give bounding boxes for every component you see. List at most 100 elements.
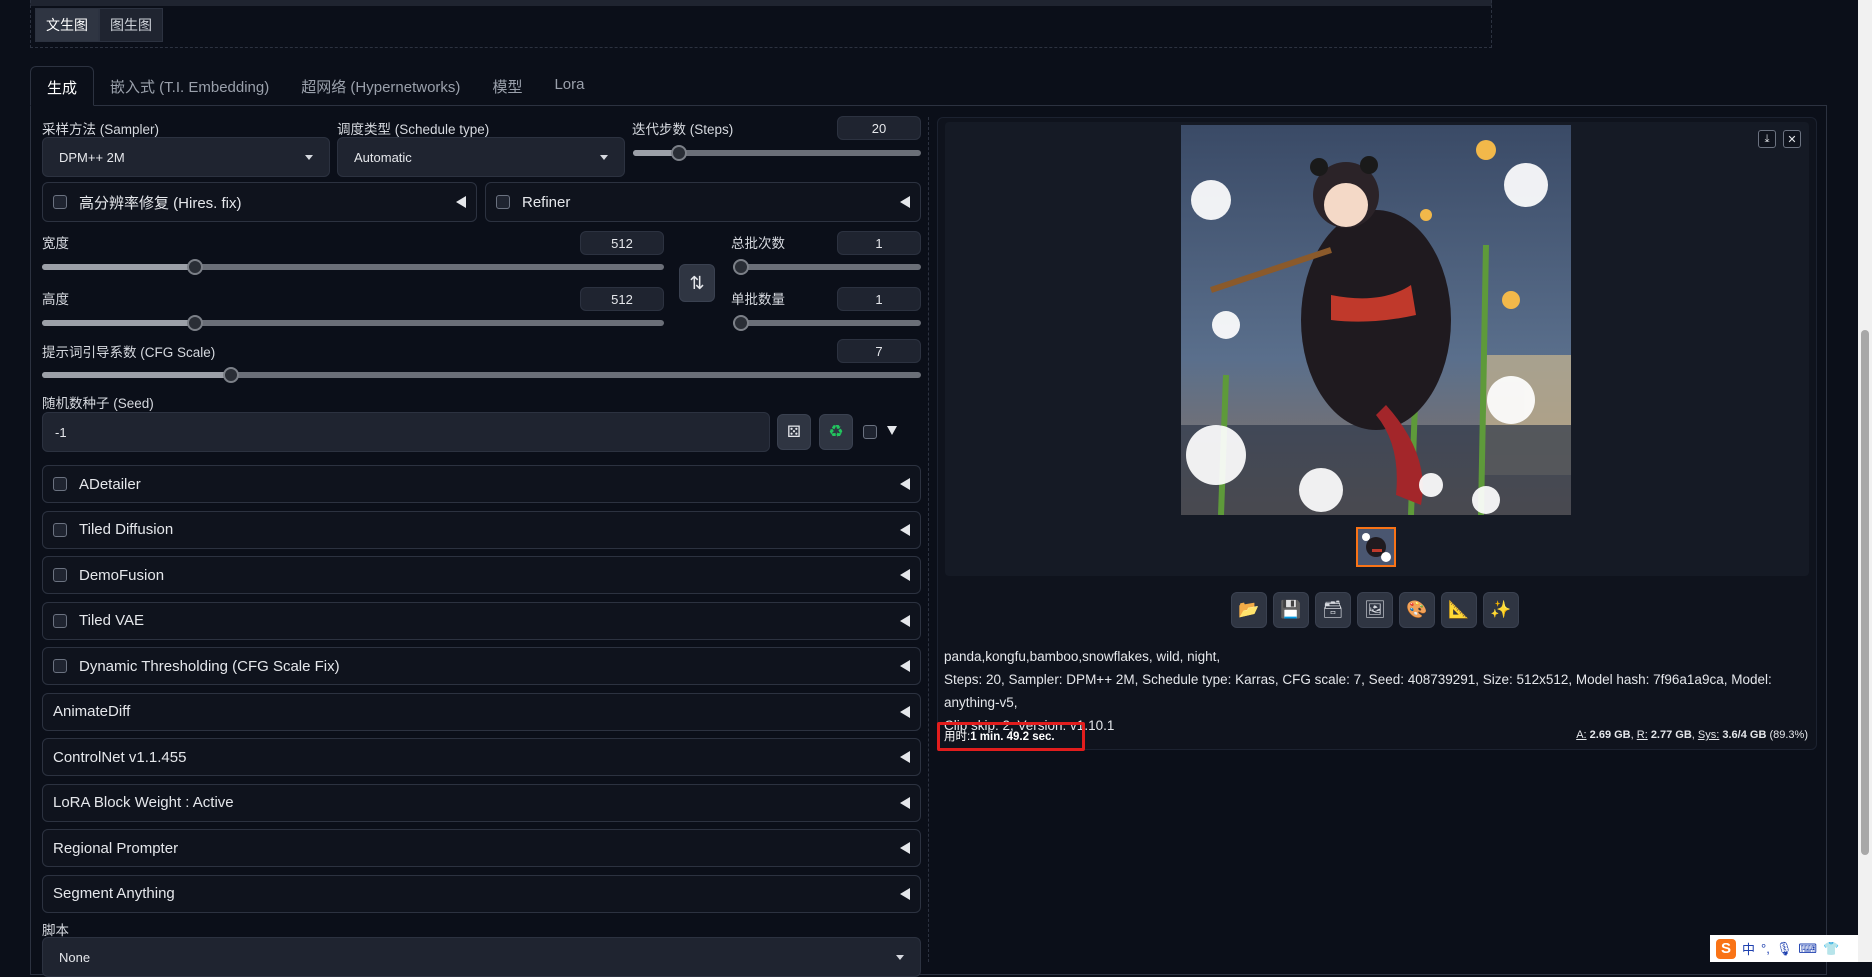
seed-input[interactable]: -1 <box>42 412 770 452</box>
accordion-lora-block-weight-active[interactable]: LoRA Block Weight : Active <box>42 783 921 822</box>
reuse-seed-button[interactable]: ♻ <box>819 414 853 450</box>
accordion-animatediff[interactable]: AnimateDiff <box>42 692 921 731</box>
refiner-checkbox[interactable] <box>496 195 510 209</box>
open-folder-button[interactable]: 📂 <box>1231 592 1267 628</box>
ime-punctuation[interactable]: °, <box>1761 941 1770 956</box>
schedule-dropdown[interactable]: Automatic <box>337 137 625 177</box>
tab-embedding[interactable]: 嵌入式 (T.I. Embedding) <box>94 66 285 106</box>
tab-hypernetworks[interactable]: 超网络 (Hypernetworks) <box>285 66 476 106</box>
vram-sys: 3.6/4 GB <box>1722 729 1767 741</box>
tab-lora[interactable]: Lora <box>538 66 600 106</box>
slider-fill <box>42 320 196 326</box>
mode-tab-txt2img[interactable]: 文生图 <box>35 8 99 42</box>
slider-fill <box>42 264 196 270</box>
slider-thumb[interactable] <box>733 315 749 331</box>
picture-icon: 🖼 <box>1364 600 1386 619</box>
accordion-demofusion[interactable]: DemoFusion <box>42 556 921 594</box>
accordion-adetailer[interactable]: ADetailer <box>42 465 921 503</box>
extra-seed-triangle-icon[interactable] <box>887 426 897 435</box>
upscale-button[interactable]: ✨ <box>1483 592 1519 628</box>
ime-toolbar[interactable]: S 中 °, 🎙 ⌨ 👕 <box>1710 935 1858 962</box>
accordion-controlnet-v1-1-455[interactable]: ControlNet v1.1.455 <box>42 738 921 776</box>
hires-fix-accordion[interactable]: 高分辨率修复 (Hires. fix) <box>42 182 477 222</box>
cfg-input[interactable]: 7 <box>837 339 921 363</box>
cfg-label: 提示词引导系数 (CFG Scale) <box>42 345 216 360</box>
image-thumbnail[interactable] <box>1356 527 1396 567</box>
height-label: 高度 <box>42 292 69 307</box>
panda-kungfu-image <box>1181 125 1571 515</box>
steps-input[interactable]: 20 <box>837 116 921 140</box>
extra-seed-checkbox[interactable] <box>863 425 877 439</box>
tab-generate[interactable]: 生成 <box>30 66 95 106</box>
steps-slider[interactable] <box>633 145 921 161</box>
batch-size-slider[interactable] <box>733 315 921 331</box>
batch-size-input[interactable]: 1 <box>837 287 921 311</box>
batch-size-label: 单批数量 <box>731 292 785 307</box>
ime-language[interactable]: 中 <box>1742 939 1755 958</box>
batch-count-slider[interactable] <box>733 259 921 275</box>
width-slider[interactable] <box>42 259 664 275</box>
vram-stats: A: 2.69 GB, R: 2.77 GB, Sys: 3.6/4 GB (8… <box>1576 729 1808 741</box>
height-slider[interactable] <box>42 315 664 331</box>
accordion-checkbox[interactable] <box>53 522 67 537</box>
send-to-img2img-button[interactable]: 🖼 <box>1357 592 1393 628</box>
hires-fix-checkbox[interactable] <box>53 195 67 209</box>
accordion-checkbox[interactable] <box>53 568 67 582</box>
refiner-accordion[interactable]: Refiner <box>485 182 921 222</box>
vram-a-label: A: <box>1576 729 1587 741</box>
accordion-checkbox[interactable] <box>53 659 67 673</box>
save-button[interactable]: 💾 <box>1273 592 1309 628</box>
collapse-triangle-icon <box>900 196 910 208</box>
params-line-1: Steps: 20, Sampler: DPM++ 2M, Schedule t… <box>944 672 1772 710</box>
accordion-label: DemoFusion <box>79 566 165 584</box>
accordion-tiled-diffusion[interactable]: Tiled Diffusion <box>42 510 921 549</box>
collapse-triangle-icon <box>900 887 910 900</box>
collapse-triangle-icon <box>900 569 910 581</box>
width-input[interactable]: 512 <box>580 231 664 255</box>
refiner-label: Refiner <box>522 193 571 211</box>
collapse-triangle-icon <box>900 614 910 627</box>
accordion-checkbox[interactable] <box>53 613 67 628</box>
collapse-triangle-icon <box>900 751 910 763</box>
accordion-label: Regional Prompter <box>53 839 179 857</box>
generated-image[interactable] <box>1181 125 1571 515</box>
mode-tab-img2img[interactable]: 图生图 <box>99 8 163 42</box>
random-seed-button[interactable]: ⚄ <box>777 414 811 450</box>
swap-dimensions-button[interactable]: ⇅ <box>679 264 715 302</box>
mode-tabs: 文生图 图生图 <box>35 8 163 42</box>
slider-thumb[interactable] <box>733 259 749 275</box>
shirt-icon[interactable]: 👕 <box>1823 941 1839 957</box>
send-to-inpaint-button[interactable]: 🎨 <box>1399 592 1435 628</box>
cfg-slider[interactable] <box>42 367 921 383</box>
send-to-extras-button[interactable]: 📐 <box>1441 592 1477 628</box>
width-label: 宽度 <box>42 236 69 251</box>
microphone-icon[interactable]: 🎙 <box>1776 941 1793 957</box>
close-button[interactable]: ✕ <box>1783 130 1801 148</box>
accordion-checkbox[interactable] <box>53 477 67 491</box>
sogou-logo-icon[interactable]: S <box>1716 938 1736 959</box>
schedule-label: 调度类型 (Schedule type) <box>337 122 490 137</box>
page-scrollbar[interactable] <box>1858 0 1872 962</box>
swap-arrows-icon: ⇅ <box>689 272 705 293</box>
height-input[interactable]: 512 <box>580 287 664 311</box>
accordion-label: ADetailer <box>79 475 141 493</box>
tab-models[interactable]: 模型 <box>476 66 538 106</box>
chevron-down-icon <box>600 154 608 160</box>
download-button[interactable]: ⤓ <box>1758 130 1776 148</box>
accordion-label: Dynamic Thresholding (CFG Scale Fix) <box>79 657 340 675</box>
zip-button[interactable]: 🗃 <box>1315 592 1351 628</box>
keyboard-icon[interactable]: ⌨ <box>1798 941 1817 957</box>
accordion-tiled-vae[interactable]: Tiled VAE <box>42 601 921 640</box>
accordion-dynamic-thresholding-cfg-scale-fix[interactable]: Dynamic Thresholding (CFG Scale Fix) <box>42 647 921 685</box>
accordion-label: AnimateDiff <box>53 703 131 720</box>
accordion-segment-anything[interactable]: Segment Anything <box>42 874 921 913</box>
top-frame <box>30 0 1492 48</box>
script-dropdown[interactable]: None <box>42 937 921 977</box>
palette-icon: 🎨 <box>1406 600 1428 619</box>
scrollbar-thumb[interactable] <box>1861 330 1869 855</box>
sampler-dropdown[interactable]: DPM++ 2M <box>42 137 330 177</box>
script-label: 脚本 <box>42 923 69 938</box>
slider-thumb[interactable] <box>671 145 688 161</box>
accordion-regional-prompter[interactable]: Regional Prompter <box>42 829 921 867</box>
batch-count-input[interactable]: 1 <box>837 231 921 255</box>
